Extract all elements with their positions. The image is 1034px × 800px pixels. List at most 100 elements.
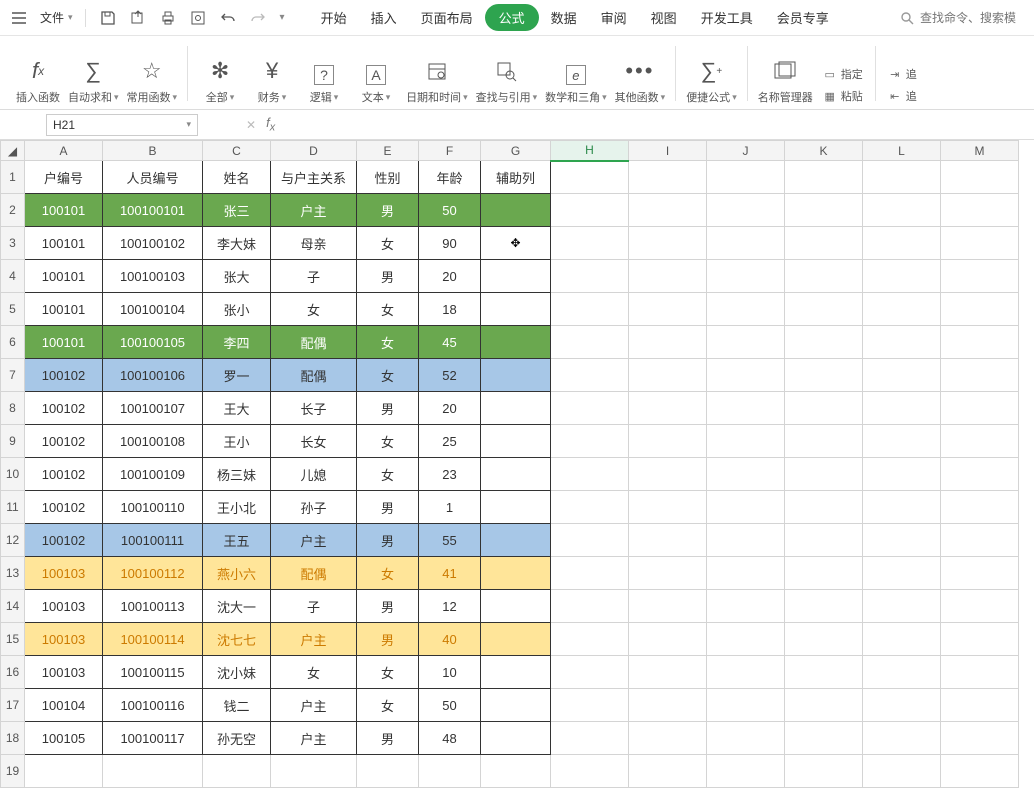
row-header-18[interactable]: 18: [1, 722, 25, 755]
lookup-button[interactable]: 查找与引用▾: [476, 57, 538, 105]
cell[interactable]: [863, 557, 941, 590]
cell[interactable]: [707, 590, 785, 623]
cell[interactable]: 户主: [271, 194, 357, 227]
cell[interactable]: [551, 524, 629, 557]
datetime-button[interactable]: 日期和时间▾: [406, 57, 468, 105]
cell[interactable]: 女: [357, 425, 419, 458]
cell[interactable]: 钱二: [203, 689, 271, 722]
cell[interactable]: [785, 260, 863, 293]
cell[interactable]: [863, 590, 941, 623]
cell[interactable]: 户主: [271, 722, 357, 755]
cell[interactable]: [707, 491, 785, 524]
cell[interactable]: [707, 524, 785, 557]
cell[interactable]: [551, 194, 629, 227]
cell[interactable]: 李四: [203, 326, 271, 359]
cell[interactable]: [941, 293, 1019, 326]
cell[interactable]: 100102: [25, 359, 103, 392]
cell[interactable]: 25: [419, 425, 481, 458]
cell[interactable]: 男: [357, 524, 419, 557]
cell[interactable]: 男: [357, 623, 419, 656]
cell[interactable]: [707, 326, 785, 359]
cell[interactable]: [551, 293, 629, 326]
cell[interactable]: [629, 326, 707, 359]
cell[interactable]: 100100108: [103, 425, 203, 458]
cell[interactable]: 100100113: [103, 590, 203, 623]
cell[interactable]: [785, 359, 863, 392]
cell[interactable]: 杨三妹: [203, 458, 271, 491]
cell[interactable]: [941, 755, 1019, 788]
cell[interactable]: 100102: [25, 524, 103, 557]
cell[interactable]: [707, 557, 785, 590]
cell[interactable]: [863, 689, 941, 722]
cell[interactable]: [481, 425, 551, 458]
ribbon-tab-8[interactable]: 会员专享: [765, 2, 841, 33]
cell[interactable]: 女: [357, 359, 419, 392]
col-header-K[interactable]: K: [785, 141, 863, 161]
row-header-12[interactable]: 12: [1, 524, 25, 557]
cell[interactable]: 20: [419, 392, 481, 425]
cell[interactable]: [863, 656, 941, 689]
cell[interactable]: [785, 689, 863, 722]
cell[interactable]: 100100107: [103, 392, 203, 425]
cell[interactable]: 100100115: [103, 656, 203, 689]
cell[interactable]: [707, 656, 785, 689]
cell[interactable]: [785, 161, 863, 194]
cell[interactable]: [551, 260, 629, 293]
cell[interactable]: [863, 227, 941, 260]
cell[interactable]: [481, 623, 551, 656]
ribbon-tab-1[interactable]: 插入: [359, 2, 409, 33]
cell[interactable]: [629, 689, 707, 722]
cell[interactable]: 女: [357, 656, 419, 689]
cell[interactable]: 辅助列: [481, 161, 551, 194]
cell[interactable]: 配偶: [271, 326, 357, 359]
cell[interactable]: 50: [419, 194, 481, 227]
cell[interactable]: 100102: [25, 392, 103, 425]
cell[interactable]: 沈七七: [203, 623, 271, 656]
cell[interactable]: [357, 755, 419, 788]
cell[interactable]: 100100116: [103, 689, 203, 722]
cell[interactable]: [941, 227, 1019, 260]
cell[interactable]: 沈大一: [203, 590, 271, 623]
cell[interactable]: 100102: [25, 425, 103, 458]
cell[interactable]: [785, 656, 863, 689]
cell[interactable]: [629, 656, 707, 689]
cell[interactable]: 男: [357, 194, 419, 227]
col-header-J[interactable]: J: [707, 141, 785, 161]
other-functions-button[interactable]: ••• 其他函数▾: [615, 57, 666, 105]
cell[interactable]: 王五: [203, 524, 271, 557]
cell[interactable]: [203, 755, 271, 788]
cell[interactable]: 100101: [25, 293, 103, 326]
cell[interactable]: 100100117: [103, 722, 203, 755]
cell[interactable]: 100101: [25, 326, 103, 359]
cell[interactable]: 100101: [25, 194, 103, 227]
cell[interactable]: 18: [419, 293, 481, 326]
cell[interactable]: [551, 590, 629, 623]
cell[interactable]: [551, 623, 629, 656]
ribbon-tab-3[interactable]: 公式: [485, 4, 539, 31]
cell[interactable]: 王小北: [203, 491, 271, 524]
name-manager-button[interactable]: 名称管理器: [758, 57, 813, 105]
trace-button-2[interactable]: ⇤追: [886, 87, 919, 105]
cell[interactable]: 儿媳: [271, 458, 357, 491]
cell[interactable]: [785, 755, 863, 788]
cell[interactable]: [785, 722, 863, 755]
col-header-A[interactable]: A: [25, 141, 103, 161]
cell[interactable]: 配偶: [271, 359, 357, 392]
cell[interactable]: [941, 722, 1019, 755]
cell[interactable]: 长女: [271, 425, 357, 458]
cell[interactable]: [941, 458, 1019, 491]
cell[interactable]: [629, 557, 707, 590]
cell[interactable]: 100105: [25, 722, 103, 755]
trace-button[interactable]: ⇥追: [886, 65, 919, 83]
text-button[interactable]: A 文本▾: [354, 65, 398, 105]
cell[interactable]: [103, 755, 203, 788]
cell[interactable]: 100100112: [103, 557, 203, 590]
cell[interactable]: [941, 194, 1019, 227]
cell[interactable]: [863, 491, 941, 524]
autosum-button[interactable]: ∑ 自动求和▾: [68, 57, 119, 105]
cell[interactable]: [785, 194, 863, 227]
cell[interactable]: 张小: [203, 293, 271, 326]
cell[interactable]: [707, 425, 785, 458]
cell[interactable]: 户主: [271, 623, 357, 656]
cell[interactable]: 100103: [25, 623, 103, 656]
